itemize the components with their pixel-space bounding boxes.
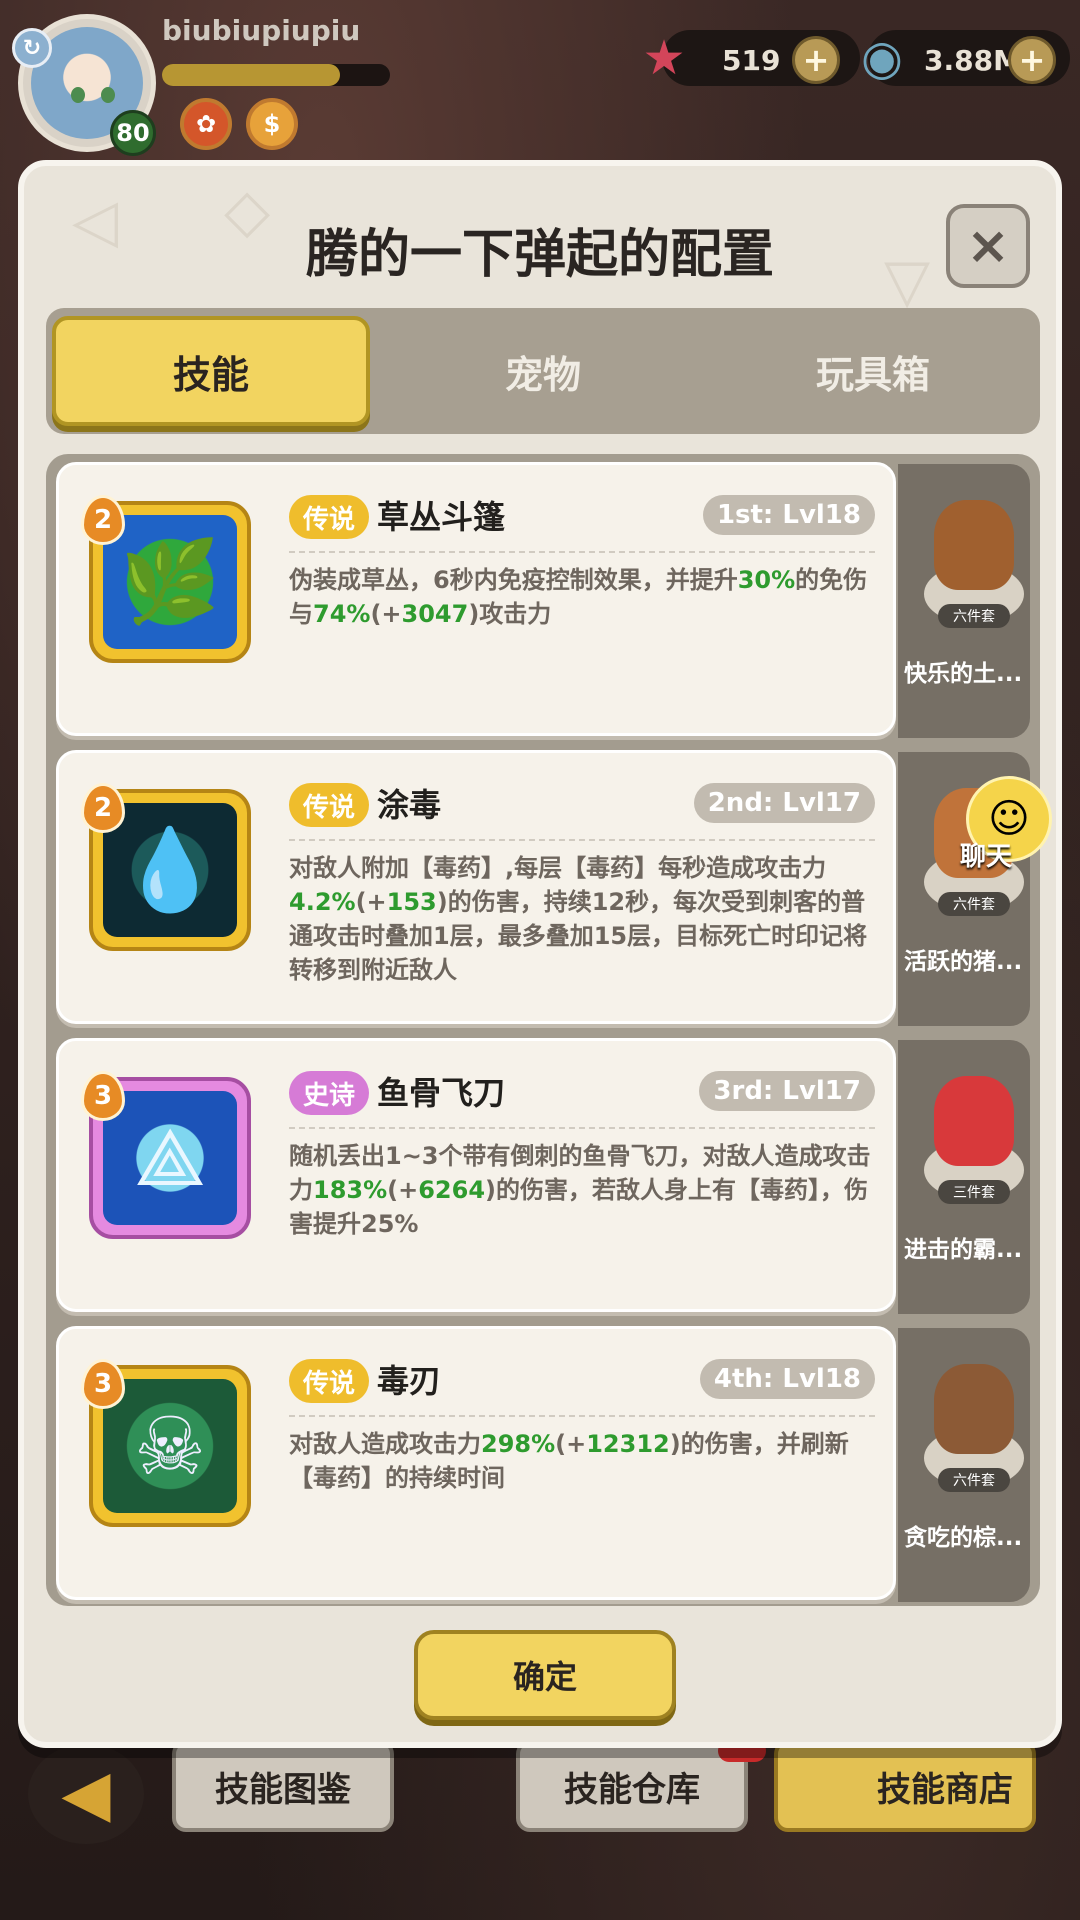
shell-amount: 3.88M	[924, 44, 1021, 77]
rarity-tag: 传说	[289, 1359, 370, 1403]
pet-name: 快乐的土...	[904, 661, 1023, 687]
pet-slot[interactable]: 三件套 进击的霸...	[898, 1040, 1030, 1314]
pet-name: 活跃的猪...	[904, 949, 1023, 975]
grass-cloak-icon: 🌿	[103, 515, 237, 649]
fishbone-knife-icon: ⟁	[103, 1091, 237, 1225]
exp-bar	[162, 64, 390, 86]
bear-pet-icon	[934, 1364, 1014, 1454]
starfish-icon: ★	[642, 30, 686, 86]
skill-description: 对敌人造成攻击力298%(+12312)的伤害，并刷新【毒药】的持续时间	[289, 1430, 849, 1492]
skill-description: 随机丢出1~3个带有倒刺的鱼骨飞刀，对敌人造成攻击力183%(+6264)的伤害…	[289, 1142, 871, 1238]
pet-name: 进击的霸...	[904, 1237, 1023, 1263]
dialog-title: 腾的一下弹起的配置	[305, 225, 774, 285]
back-arrow-icon[interactable]: ◀	[28, 1744, 144, 1844]
avatar-eye-left	[71, 87, 85, 103]
tab-toybox[interactable]: 玩具箱	[714, 316, 1032, 426]
refresh-icon[interactable]: ↻	[12, 28, 52, 68]
medal-icon[interactable]: ✿	[180, 98, 232, 150]
skill-shop-button[interactable]: 技能商店	[774, 1740, 1036, 1832]
skill-description: 对敌人附加【毒药】,每层【毒药】每秒造成攻击力4.2%(+153)的伤害，持续1…	[289, 854, 868, 984]
coin-medal-icon[interactable]: $	[246, 98, 298, 150]
pet-name: 贪吃的棕...	[904, 1525, 1023, 1551]
player-level-badge: 80	[110, 110, 156, 156]
divider	[289, 839, 875, 841]
rarity-tag: 传说	[289, 495, 370, 539]
chat-label[interactable]: 聊天	[960, 836, 1012, 873]
starfish-amount: 519	[722, 44, 781, 77]
set-tag: 六件套	[938, 892, 1010, 916]
skill-level: 3rd: Lvl17	[699, 1071, 875, 1111]
skill-level: 2nd: Lvl17	[693, 783, 875, 823]
tab-pets[interactable]: 宠物	[384, 316, 702, 426]
skill-warehouse-button[interactable]: 技能仓库	[516, 1740, 748, 1832]
skill-card[interactable]: ⟁ 3 史诗 鱼骨飞刀 3rd: Lvl17 随机丢出1~3个带有倒刺的鱼骨飞刀…	[56, 1038, 896, 1312]
exp-bar-fill	[162, 64, 340, 86]
add-starfish-button[interactable]: +	[792, 36, 840, 84]
skill-card[interactable]: 💧 2 传说 涂毒 2nd: Lvl17 对敌人附加【毒药】,每层【毒药】每秒造…	[56, 750, 896, 1024]
username: biubiupiupiu	[162, 14, 361, 47]
pet-slot[interactable]: 六件套 快乐的土...	[898, 464, 1030, 738]
divider	[289, 1415, 875, 1417]
tab-bar: 技能 宠物 玩具箱	[46, 308, 1040, 434]
skill-name: 鱼骨飞刀	[377, 1074, 506, 1112]
skill-card[interactable]: 🌿 2 传说 草丛斗篷 1st: Lvl18 伪装成草丛，6秒内免疫控制效果，并…	[56, 462, 896, 736]
divider	[289, 1127, 875, 1129]
skill-name: 涂毒	[377, 786, 442, 824]
set-tag: 六件套	[938, 604, 1010, 628]
pet-slot[interactable]: 六件套 贪吃的棕...	[898, 1328, 1030, 1602]
skill-level: 4th: Lvl18	[699, 1359, 875, 1399]
tab-skills[interactable]: 技能	[52, 316, 370, 426]
skill-name: 毒刃	[377, 1362, 442, 1400]
avatar-eye-right	[101, 87, 115, 103]
dragon-pet-icon	[934, 1076, 1014, 1166]
divider	[289, 551, 875, 553]
skill-level: 1st: Lvl18	[702, 495, 875, 535]
rarity-tag: 传说	[289, 783, 370, 827]
mole-pet-icon	[934, 500, 1014, 590]
skill-codex-button[interactable]: 技能图鉴	[172, 1740, 394, 1832]
skill-name: 草丛斗篷	[377, 498, 506, 536]
close-button[interactable]: ×	[946, 204, 1030, 288]
add-shell-button[interactable]: +	[1008, 36, 1056, 84]
poison-drop-icon: 💧	[103, 803, 237, 937]
skill-description: 伪装成草丛，6秒内免疫控制效果，并提升30%的免伤与74%(+3047)攻击力	[289, 566, 868, 628]
rarity-tag: 史诗	[289, 1071, 370, 1115]
set-tag: 三件套	[938, 1180, 1010, 1204]
loadout-dialog: ◁ ◇ ▽ 腾的一下弹起的配置 × 技能 宠物 玩具箱 🌿 2 传说 草丛斗篷 …	[18, 160, 1062, 1748]
confirm-button[interactable]: 确定	[414, 1630, 676, 1720]
skill-list: 🌿 2 传说 草丛斗篷 1st: Lvl18 伪装成草丛，6秒内免疫控制效果，并…	[46, 454, 1040, 1606]
skill-card[interactable]: ☠ 3 传说 毒刃 4th: Lvl18 对敌人造成攻击力298%(+12312…	[56, 1326, 896, 1600]
poison-skull-icon: ☠	[103, 1379, 237, 1513]
set-tag: 六件套	[938, 1468, 1010, 1492]
shell-icon: ◉	[861, 30, 903, 86]
